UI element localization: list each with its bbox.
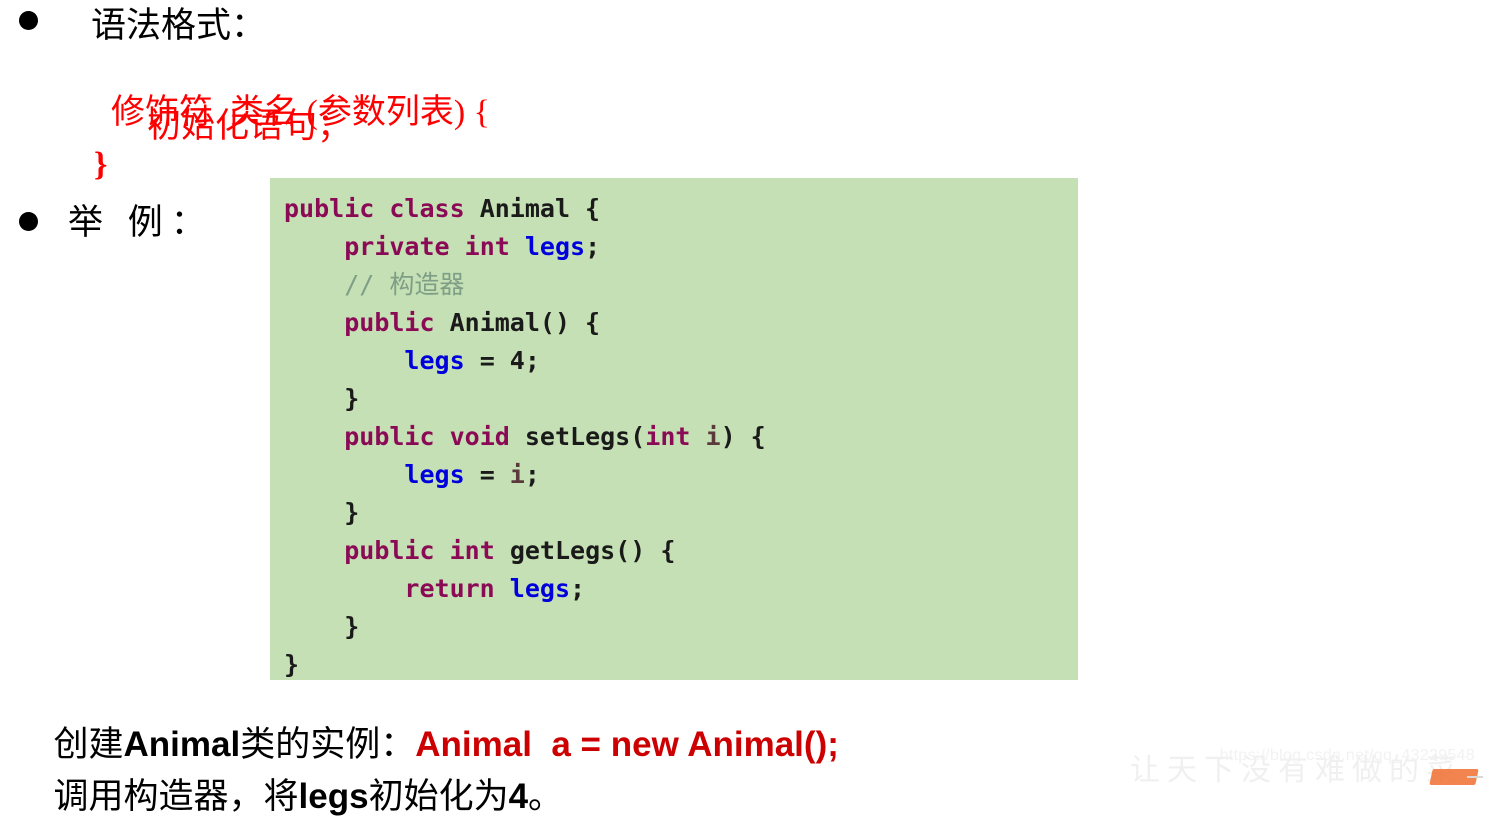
code-constructor-signature: Animal() {	[449, 308, 601, 337]
watermark-seal-icon	[1429, 769, 1479, 785]
code-keyword-public-3: public	[344, 422, 435, 451]
code-field-legs-2: legs	[404, 346, 465, 375]
code-semicolon-2: ;	[524, 460, 540, 489]
bullet-label-syntax-format: 语法格式：	[91, 6, 267, 45]
java-code-block: public class Animal { private int legs; …	[270, 178, 1078, 680]
bullet-dot-icon-1	[19, 11, 38, 30]
code-keyword-int-2: int	[645, 422, 691, 451]
code-class-name: Animal {	[479, 194, 601, 223]
code-brace-close-2: }	[344, 498, 360, 527]
bullet-dot-icon-2	[19, 212, 38, 231]
code-semicolon-1: ;	[585, 232, 601, 261]
description-line-2-field-name: legs	[298, 777, 369, 816]
watermark-seal-line-icon	[1467, 776, 1483, 778]
code-setlegs-tail: ) {	[720, 422, 766, 451]
code-param-i-2: i	[509, 460, 525, 489]
code-assign-four: = 4;	[464, 346, 540, 375]
code-keyword-return: return	[404, 574, 495, 603]
code-comment-constructor: // 构造器	[344, 270, 465, 299]
bullet-label-example: 举 例：	[68, 203, 214, 242]
code-field-legs-3: legs	[404, 460, 465, 489]
description-line-2: 调用构造器，将legs初始化为4。	[36, 744, 564, 816]
watermark-calligraphy: 让天下没有难做的菜	[1130, 754, 1463, 787]
description-line-2-suffix: 。	[528, 777, 564, 816]
code-keyword-private: private	[344, 232, 450, 261]
code-keyword-public-2: public	[344, 308, 435, 337]
code-brace-close-3: }	[344, 612, 360, 641]
code-keyword-public-1: public	[284, 194, 375, 223]
code-field-legs-4: legs	[509, 574, 571, 603]
watermark: 让天下没有难做的菜 https://blog.csdn.net/qq_43229…	[1130, 733, 1483, 791]
code-keyword-void: void	[449, 422, 510, 451]
syntax-template-line-2: 初始化语句；	[147, 108, 351, 145]
code-keyword-int-1: int	[464, 232, 510, 261]
code-method-setlegs: setLegs(	[524, 422, 646, 451]
description-line-2-prefix: 调用构造器，将	[53, 777, 299, 816]
code-semicolon-3: ;	[570, 574, 586, 603]
code-equals-1: =	[464, 460, 510, 489]
code-brace-close-1: }	[344, 384, 360, 413]
code-keyword-int-3: int	[449, 536, 495, 565]
description-line-2-number: 4	[508, 777, 529, 816]
code-field-legs-1: legs	[524, 232, 586, 261]
java-code-text: public class Animal { private int legs; …	[284, 190, 1078, 684]
code-keyword-public-4: public	[344, 536, 435, 565]
code-keyword-class: class	[389, 194, 465, 223]
watermark-url: https://blog.csdn.net/qq_43229548	[1219, 747, 1475, 764]
code-brace-close-4: }	[284, 650, 300, 679]
description-line-2-mid: 初始化为	[368, 777, 509, 816]
code-method-getlegs: getLegs() {	[509, 536, 676, 565]
syntax-template-closing-brace: }	[94, 146, 108, 183]
code-param-i-1: i	[705, 422, 721, 451]
